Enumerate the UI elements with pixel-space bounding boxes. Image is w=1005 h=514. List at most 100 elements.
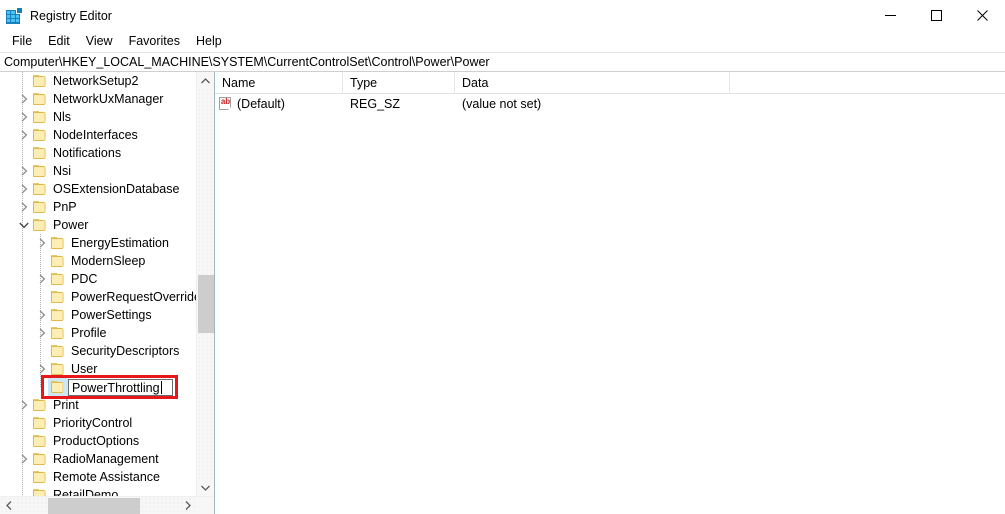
close-button[interactable] [959,0,1005,31]
registry-tree-pane: NetworkSetup2 NetworkUxManager Nls NodeInte… [0,72,215,514]
tree-twisty-empty [34,288,50,306]
tree-item[interactable]: Nsi [0,162,196,180]
tree-item[interactable]: PnP [0,198,196,216]
menu-item-help[interactable]: Help [188,32,230,52]
tree-item-label: Nls [53,110,72,124]
tree-item[interactable]: ProductOptions [0,432,196,450]
rename-key-input[interactable]: PowerThrottling [68,379,173,396]
folder-icon [32,217,48,233]
scroll-down-arrow-icon[interactable] [197,479,214,496]
tree-item-label: PriorityControl [53,416,133,430]
tree-item-label: ProductOptions [53,434,140,448]
tree-item[interactable]: PriorityControl [0,414,196,432]
window-title: Registry Editor [30,8,112,23]
minimize-button[interactable] [867,0,913,31]
tree-item[interactable]: EnergyEstimation [0,234,196,252]
folder-icon [50,343,66,359]
chevron-right-icon[interactable] [16,162,32,180]
folder-icon [50,253,66,269]
values-list[interactable]: ab (Default) REG_SZ (value not set) [215,94,1005,514]
tree-item[interactable]: Print [0,396,196,414]
chevron-right-icon[interactable] [34,324,50,342]
main-content: NetworkSetup2 NetworkUxManager Nls NodeInte… [0,71,1005,514]
chevron-right-icon[interactable] [16,108,32,126]
tree-item[interactable]: RadioManagement [0,450,196,468]
tree-item-label: NetworkSetup2 [53,74,139,88]
column-header-name[interactable]: Name [215,71,343,94]
chevron-right-icon[interactable] [34,270,50,288]
registry-editor-window: Registry Editor File Edit View Favorites… [0,0,1005,514]
registry-editor-icon [6,6,23,24]
scroll-left-arrow-icon[interactable] [0,497,17,514]
folder-icon [32,397,48,413]
tree-item[interactable]: Remote Assistance [0,468,196,486]
tree-item[interactable]: User [0,360,196,378]
tree-horizontal-scroll-thumb[interactable] [48,498,140,514]
tree-vertical-scrollbar[interactable] [196,72,214,496]
folder-icon [32,91,48,107]
tree-item[interactable]: Nls [0,108,196,126]
chevron-right-icon[interactable] [34,306,50,324]
folder-icon [32,145,48,161]
registry-values-pane: Name Type Data ab (Default) REG_SZ (value not… [215,71,1005,514]
tree-item[interactable]: Profile [0,324,196,342]
folder-icon [32,163,48,179]
tree-item[interactable]: Notifications [0,144,196,162]
menu-item-view[interactable]: View [78,32,121,52]
value-data-cell: (value not set) [462,97,542,111]
maximize-button[interactable] [913,0,959,31]
scroll-up-arrow-icon[interactable] [197,72,214,89]
scrollbar-corner [196,497,214,514]
folder-icon [32,415,48,431]
chevron-right-icon[interactable] [34,234,50,252]
menu-item-favorites[interactable]: Favorites [121,32,188,52]
tree-item[interactable]: RetailDemo [0,486,196,496]
tree-item[interactable]: Power [0,216,196,234]
folder-icon [50,325,66,341]
value-type-cell: REG_SZ [350,97,401,111]
tree-item[interactable]: OSExtensionDatabase [0,180,196,198]
tree-item[interactable]: PowerRequestOverride [0,288,196,306]
folder-icon [50,307,66,323]
tree-item-label: RetailDemo [53,488,119,496]
value-row[interactable]: ab (Default) REG_SZ (value not set) [215,94,1005,114]
tree-twisty-empty [16,414,32,432]
tree-twisty-empty [34,378,50,396]
tree-item-label: PnP [53,200,77,214]
tree-item[interactable]: PDC [0,270,196,288]
tree-horizontal-scrollbar[interactable] [0,496,214,514]
tree-item-label: ModernSleep [71,254,146,268]
value-name-cell: ab (Default) [215,97,343,111]
address-bar[interactable]: Computer\HKEY_LOCAL_MACHINE\SYSTEM\Curre… [0,52,1005,72]
chevron-down-icon[interactable] [16,216,32,234]
tree-item-label: SecurityDescriptors [71,344,180,358]
text-caret [160,381,162,394]
menu-item-edit[interactable]: Edit [40,32,78,52]
chevron-right-icon[interactable] [34,360,50,378]
value-name-text: (Default) [237,97,285,111]
column-header-data[interactable]: Data [455,71,730,94]
chevron-right-icon[interactable] [16,396,32,414]
tree-item[interactable]: NodeInterfaces [0,126,196,144]
chevron-right-icon[interactable] [16,90,32,108]
tree-vertical-scroll-thumb[interactable] [198,275,214,333]
tree-item[interactable]: SecurityDescriptors [0,342,196,360]
tree-item[interactable]: NetworkUxManager [0,90,196,108]
tree-item-label: Profile [71,326,107,340]
tree-twisty-empty [16,72,32,90]
tree-item[interactable]: NetworkSetup2 [0,72,196,90]
folder-icon [48,377,68,397]
registry-tree-viewport[interactable]: NetworkSetup2 NetworkUxManager Nls NodeInte… [0,72,196,496]
folder-icon [50,271,66,287]
chevron-right-icon[interactable] [16,126,32,144]
chevron-right-icon[interactable] [16,450,32,468]
tree-item-label: OSExtensionDatabase [53,182,180,196]
scroll-right-arrow-icon[interactable] [179,497,196,514]
chevron-right-icon[interactable] [16,198,32,216]
tree-item-label: Power [53,218,89,232]
chevron-right-icon[interactable] [16,180,32,198]
tree-item[interactable]: PowerSettings [0,306,196,324]
column-header-type[interactable]: Type [343,71,455,94]
tree-item[interactable]: ModernSleep [0,252,196,270]
menu-item-file[interactable]: File [4,32,40,52]
